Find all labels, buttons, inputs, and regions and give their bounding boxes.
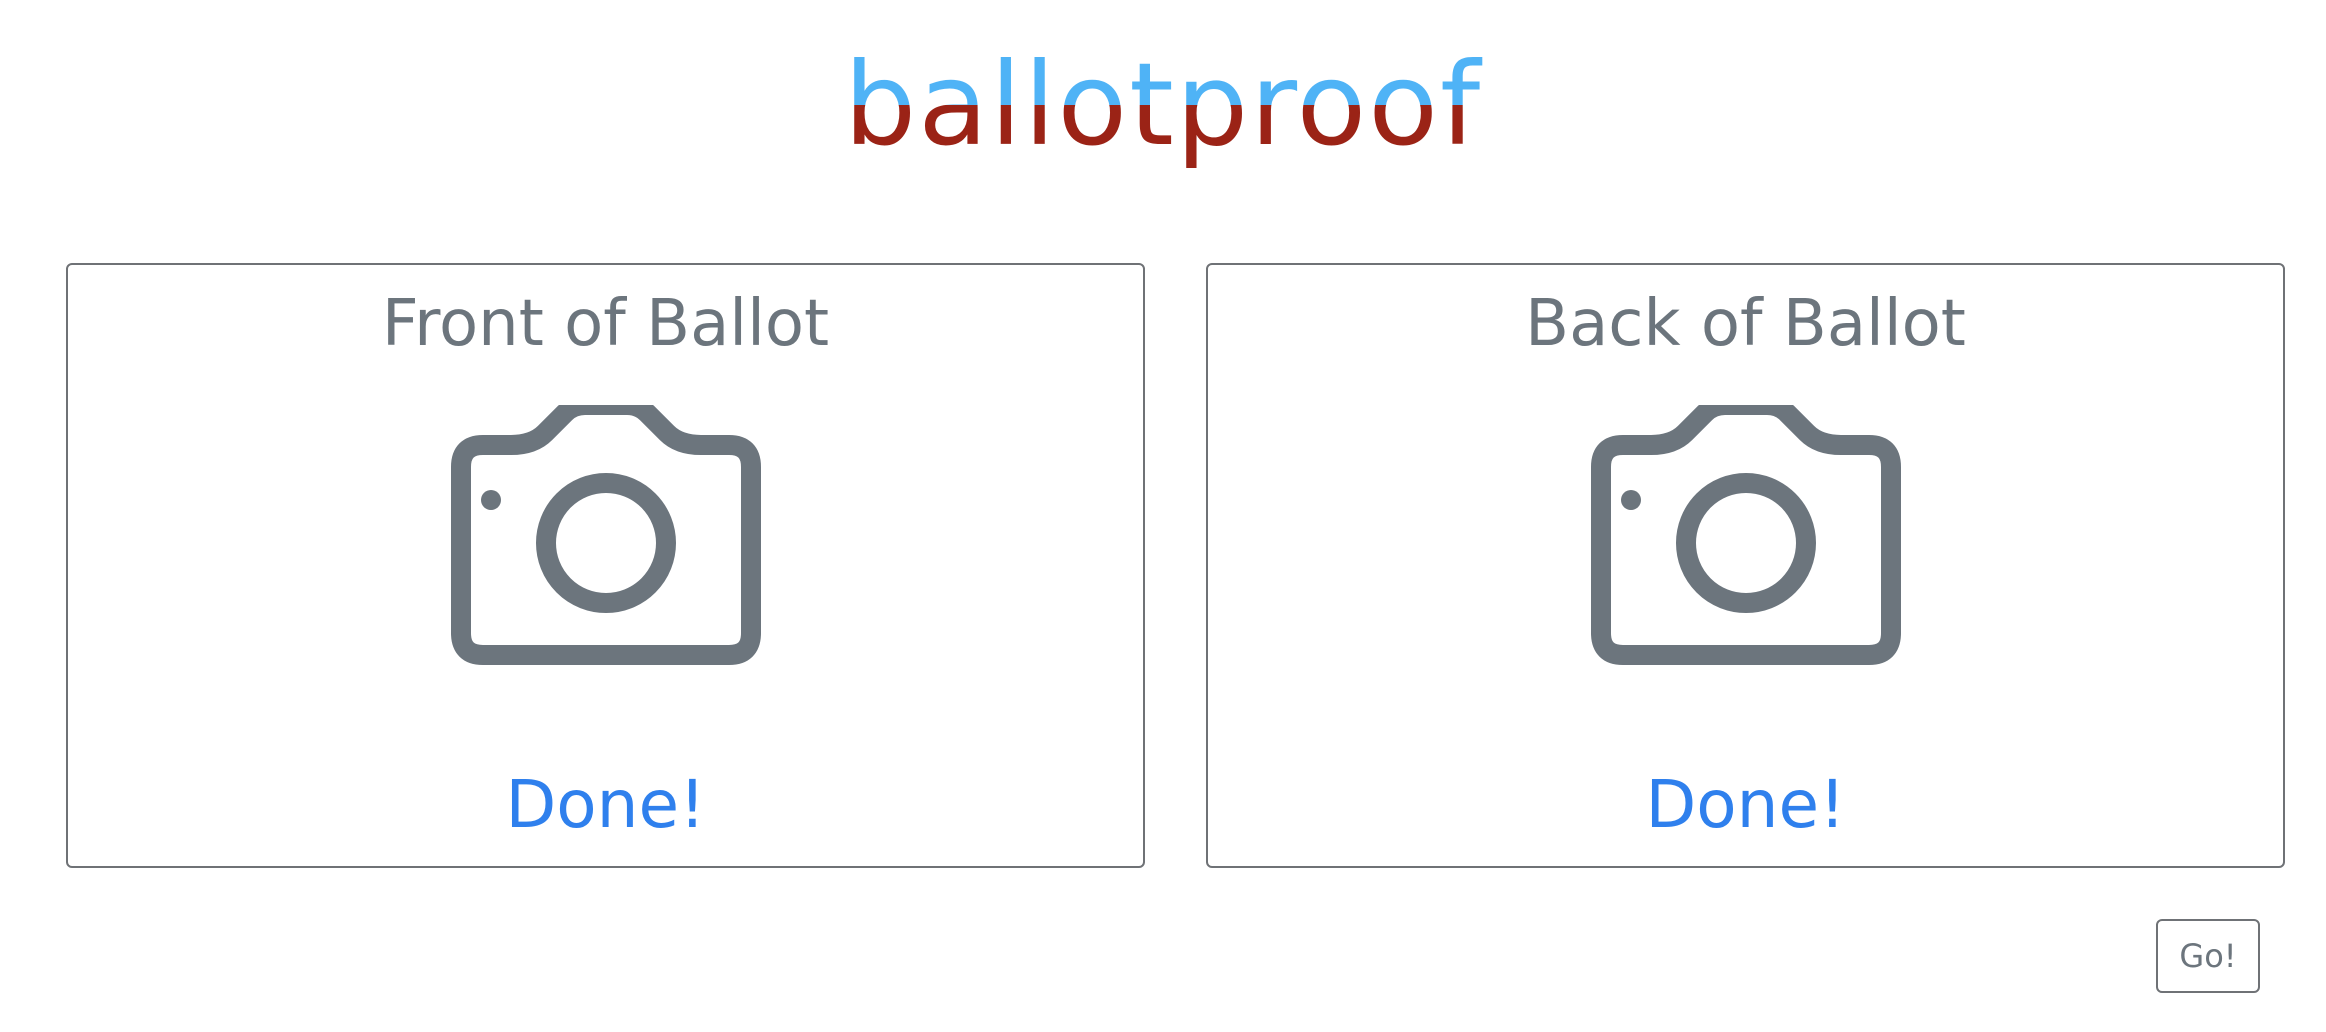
front-of-ballot-card[interactable]: Front of Ballot Done!	[66, 263, 1145, 868]
page: ballotproof Front of Ballot Done! Back o…	[0, 0, 2326, 1032]
back-card-status: Done!	[1645, 766, 1846, 843]
front-card-status: Done!	[505, 766, 706, 843]
ballotproof-logo: ballotproof	[0, 20, 2326, 190]
back-of-ballot-card[interactable]: Back of Ballot Done!	[1206, 263, 2285, 868]
camera-icon[interactable]	[441, 405, 771, 665]
go-button[interactable]: Go!	[2156, 919, 2260, 993]
front-card-title: Front of Ballot	[381, 287, 830, 361]
camera-icon[interactable]	[1581, 405, 1911, 665]
back-card-title: Back of Ballot	[1525, 287, 1966, 361]
